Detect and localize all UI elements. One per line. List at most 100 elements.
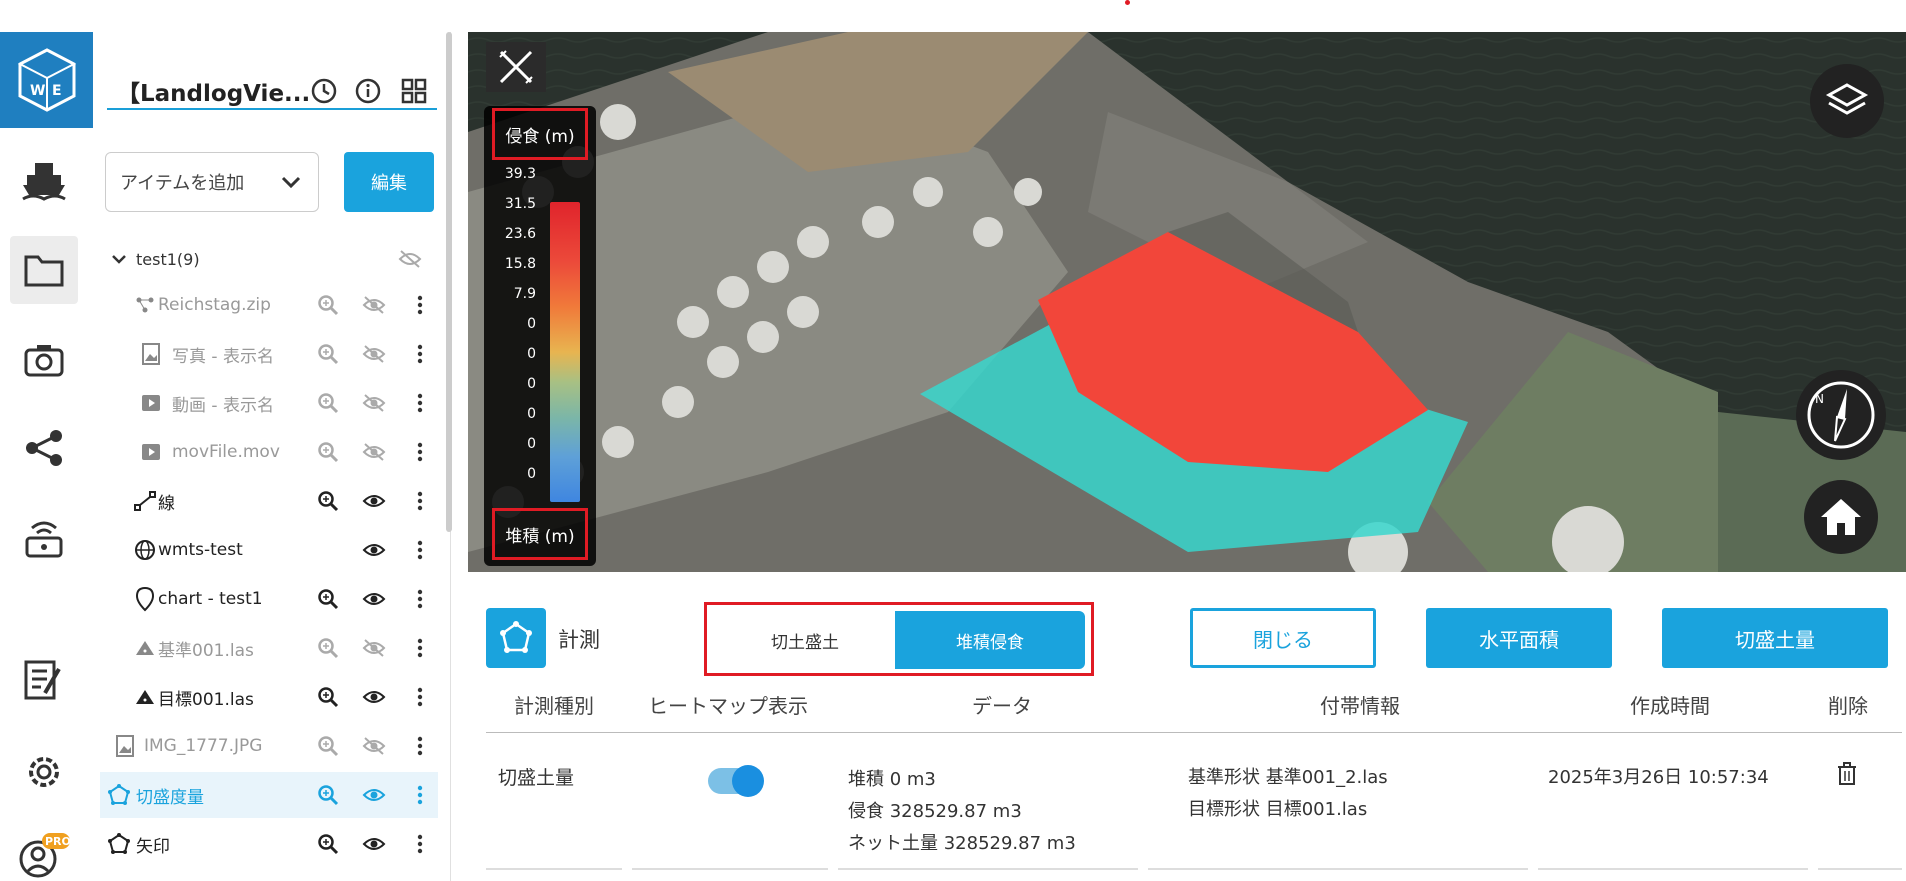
zoom-icon[interactable] <box>314 438 342 466</box>
row-divider <box>632 868 828 870</box>
zoom-icon[interactable] <box>314 683 342 711</box>
tree-item-label: 矢印 <box>136 836 170 857</box>
data-net-volume: ネット土量 328529.87 m3 <box>848 833 1076 854</box>
eye-off-icon[interactable] <box>360 732 388 760</box>
eye-icon[interactable] <box>360 536 388 564</box>
more-vertical-icon[interactable] <box>406 438 434 466</box>
device-icon[interactable] <box>10 504 78 572</box>
svg-text:E: E <box>52 83 62 99</box>
folder-icon[interactable] <box>10 236 78 304</box>
eye-off-icon[interactable] <box>360 634 388 662</box>
legend-tick: 7.9 <box>513 286 536 302</box>
more-vertical-icon[interactable] <box>406 732 434 760</box>
tree-item[interactable]: 目標001.las <box>100 674 438 720</box>
more-vertical-icon[interactable] <box>406 487 434 515</box>
map-viewport[interactable]: 侵食 (m) 39.3 31.5 23.6 15.8 7.9 0 0 0 0 0 0 堆積 (m) … <box>468 32 1906 572</box>
add-item-select[interactable]: アイテムを追加 <box>105 152 319 212</box>
report-edit-icon[interactable] <box>10 646 78 714</box>
tree-item[interactable]: 写真 - 表示名 <box>100 331 438 377</box>
tree-item-label: 目標001.las <box>158 689 254 710</box>
project-title: 【LandlogVie... <box>117 81 311 107</box>
zoom-icon[interactable] <box>314 487 342 515</box>
zoom-icon[interactable] <box>314 781 342 809</box>
more-vertical-icon[interactable] <box>406 389 434 417</box>
row-divider <box>838 868 1138 870</box>
tree-group-test1[interactable]: test1(9) <box>100 236 438 282</box>
more-vertical-icon[interactable] <box>406 781 434 809</box>
eye-icon[interactable] <box>360 487 388 515</box>
eye-off-icon[interactable] <box>360 438 388 466</box>
camera-icon[interactable] <box>10 326 78 394</box>
horizontal-area-button[interactable]: 水平面積 <box>1426 608 1612 668</box>
data-deposition: 堆積 0 m3 <box>848 769 936 790</box>
share-icon[interactable] <box>10 414 78 482</box>
edit-button[interactable]: 編集 <box>344 152 434 212</box>
more-vertical-icon[interactable] <box>406 634 434 662</box>
row-divider <box>1538 868 1808 870</box>
more-vertical-icon[interactable] <box>406 291 434 319</box>
info-icon[interactable] <box>353 76 383 106</box>
zoom-icon[interactable] <box>314 830 342 858</box>
tree-item[interactable]: IMG_1777.JPG <box>100 723 438 769</box>
tree-item[interactable]: 線 <box>100 478 438 524</box>
more-vertical-icon[interactable] <box>406 830 434 858</box>
tree-item[interactable]: movFile.mov <box>100 429 438 475</box>
home-button[interactable] <box>1804 480 1878 554</box>
tree-item[interactable]: Reichstag.zip <box>100 282 438 328</box>
tree-item[interactable]: 基準001.las <box>100 625 438 671</box>
trash-icon[interactable] <box>1836 762 1858 797</box>
tree-item[interactable]: 動画 - 表示名 <box>100 380 438 426</box>
video-icon <box>138 439 164 465</box>
add-item-label: アイテムを追加 <box>120 173 245 194</box>
compass-button[interactable]: N <box>1796 370 1886 460</box>
zoom-icon[interactable] <box>314 291 342 319</box>
more-vertical-icon[interactable] <box>406 585 434 613</box>
gear-icon[interactable] <box>10 738 78 806</box>
app-logo[interactable]: W E <box>0 32 93 128</box>
tree-item[interactable]: chart - test1 <box>100 576 438 622</box>
tree-item[interactable]: 矢印 <box>100 821 438 867</box>
more-vertical-icon[interactable] <box>406 683 434 711</box>
tree-item[interactable]: 切盛度量 <box>100 772 438 818</box>
measurement-title: 計測 <box>558 628 600 652</box>
sidebar-scrollbar[interactable] <box>446 32 452 532</box>
deposition-erosion-tab[interactable]: 堆積侵食 <box>895 611 1085 669</box>
eye-off-icon[interactable] <box>360 340 388 368</box>
eye-icon[interactable] <box>360 585 388 613</box>
eye-icon[interactable] <box>360 683 388 711</box>
row-info: 基準形状 基準001_2.las 目標形状 目標001.las <box>1188 762 1388 826</box>
zoom-icon[interactable] <box>314 634 342 662</box>
cut-fill-volume-button[interactable]: 切盛土量 <box>1662 608 1888 668</box>
ship-icon[interactable] <box>10 146 78 214</box>
history-icon[interactable] <box>309 76 339 106</box>
user-pro-icon[interactable]: PRO <box>10 822 78 881</box>
zoom-icon[interactable] <box>314 732 342 760</box>
more-vertical-icon[interactable] <box>406 536 434 564</box>
eye-icon[interactable] <box>360 830 388 858</box>
tree-item[interactable]: wmts-test <box>100 527 438 573</box>
chevron-down-icon <box>280 171 302 198</box>
eye-off-icon[interactable] <box>396 245 424 273</box>
heatmap-toggle[interactable] <box>708 765 764 797</box>
more-vertical-icon[interactable] <box>406 340 434 368</box>
eye-off-icon[interactable] <box>360 291 388 319</box>
tree-item-label: Reichstag.zip <box>158 295 271 315</box>
zoom-icon[interactable] <box>314 389 342 417</box>
close-button[interactable]: 閉じる <box>1190 608 1376 668</box>
data-erosion: 侵食 328529.87 m3 <box>848 801 1022 822</box>
chevron-down-icon[interactable] <box>106 246 132 272</box>
tree-group-label: test1(9) <box>136 249 200 269</box>
measure-tool-button[interactable] <box>486 42 546 92</box>
layers-button[interactable] <box>1810 64 1884 138</box>
grid-icon[interactable] <box>399 76 429 106</box>
image-icon <box>138 341 164 367</box>
heatmap-legend: 侵食 (m) 39.3 31.5 23.6 15.8 7.9 0 0 0 0 0 0 堆積 (m) <box>484 106 596 566</box>
zoom-icon[interactable] <box>314 340 342 368</box>
zoom-icon[interactable] <box>314 585 342 613</box>
legend-tick: 23.6 <box>504 226 536 242</box>
eye-off-icon[interactable] <box>360 389 388 417</box>
col-created: 作成時間 <box>1630 694 1710 718</box>
eye-icon[interactable] <box>360 781 388 809</box>
cut-fill-tab[interactable]: 切土盛土 <box>715 611 895 669</box>
tree-item-label: 写真 - 表示名 <box>172 346 274 367</box>
